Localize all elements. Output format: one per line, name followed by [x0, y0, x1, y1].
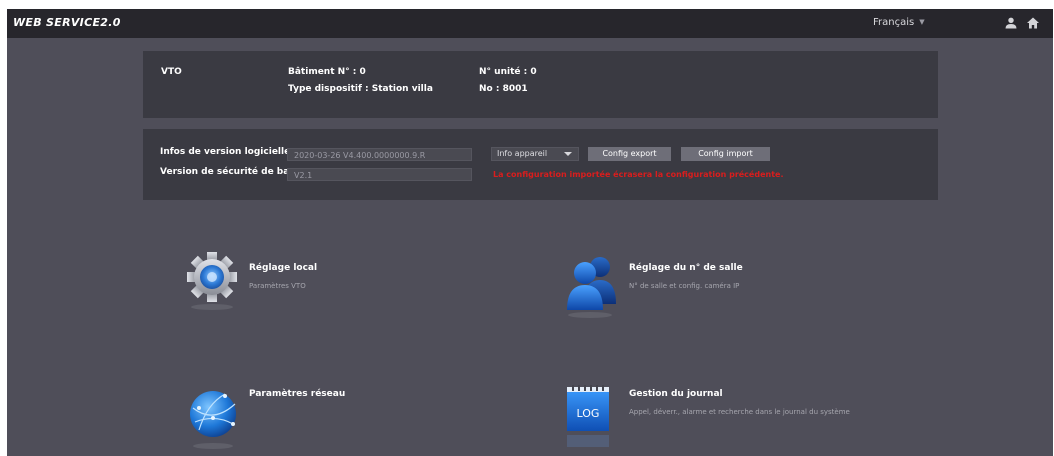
import-warning: La configuration importée écrasera la co…: [493, 170, 784, 179]
software-version-field[interactable]: 2020-03-26 V4.400.0000000.9.R: [287, 148, 472, 161]
app-window: WEB SERVICE2.0 Français ▼ VTO Bâtiment N°…: [7, 9, 1053, 456]
device-title: VTO: [161, 67, 182, 77]
tile-room-settings-desc: N° de salle et config. caméra IP: [629, 282, 740, 290]
gear-icon[interactable]: [183, 249, 241, 311]
building-number: Bâtiment N° : 0: [288, 67, 366, 77]
device-info-panel: VTO Bâtiment N° : 0 N° unité : 0 Type di…: [143, 51, 938, 118]
device-number: No : 8001: [479, 84, 528, 94]
home-icon[interactable]: [1026, 16, 1040, 30]
unit-number: N° unité : 0: [479, 67, 537, 77]
tile-log-management-title[interactable]: Gestion du journal: [629, 389, 723, 399]
config-export-button[interactable]: Config export: [588, 147, 671, 161]
chevron-down-icon: ▼: [919, 18, 925, 26]
log-icon-text: LOG: [577, 407, 600, 420]
version-panel: Infos de version logicielle 2020-03-26 V…: [143, 129, 938, 200]
tile-local-settings-desc: Paramètres VTO: [249, 282, 306, 290]
software-version-label: Infos de version logicielle: [160, 147, 291, 157]
brand-logo: WEB SERVICE2.0: [13, 16, 121, 29]
info-select-value: Info appareil: [497, 149, 548, 158]
config-import-button[interactable]: Config import: [681, 147, 770, 161]
info-select[interactable]: Info appareil: [491, 147, 579, 161]
tile-local-settings-title[interactable]: Réglage local: [249, 263, 317, 273]
log-icon[interactable]: LOG: [563, 383, 613, 453]
user-icon[interactable]: [1004, 16, 1018, 30]
language-select[interactable]: Français ▼: [873, 17, 925, 28]
caret-down-icon: [564, 152, 572, 156]
top-bar: WEB SERVICE2.0 Français ▼: [7, 9, 1053, 38]
security-version-field[interactable]: V2.1: [287, 168, 472, 181]
tile-log-management-desc: Appel, déverr., alarme et recherche dans…: [629, 408, 850, 416]
language-label: Français: [873, 17, 915, 28]
globe-icon[interactable]: [185, 384, 241, 452]
tile-room-settings-title[interactable]: Réglage du n° de salle: [629, 263, 743, 273]
users-icon[interactable]: [563, 252, 623, 322]
device-type: Type dispositif : Station villa: [288, 84, 433, 94]
tile-network-settings-title[interactable]: Paramètres réseau: [249, 389, 345, 399]
security-version-label: Version de sécurité de base: [160, 167, 301, 177]
